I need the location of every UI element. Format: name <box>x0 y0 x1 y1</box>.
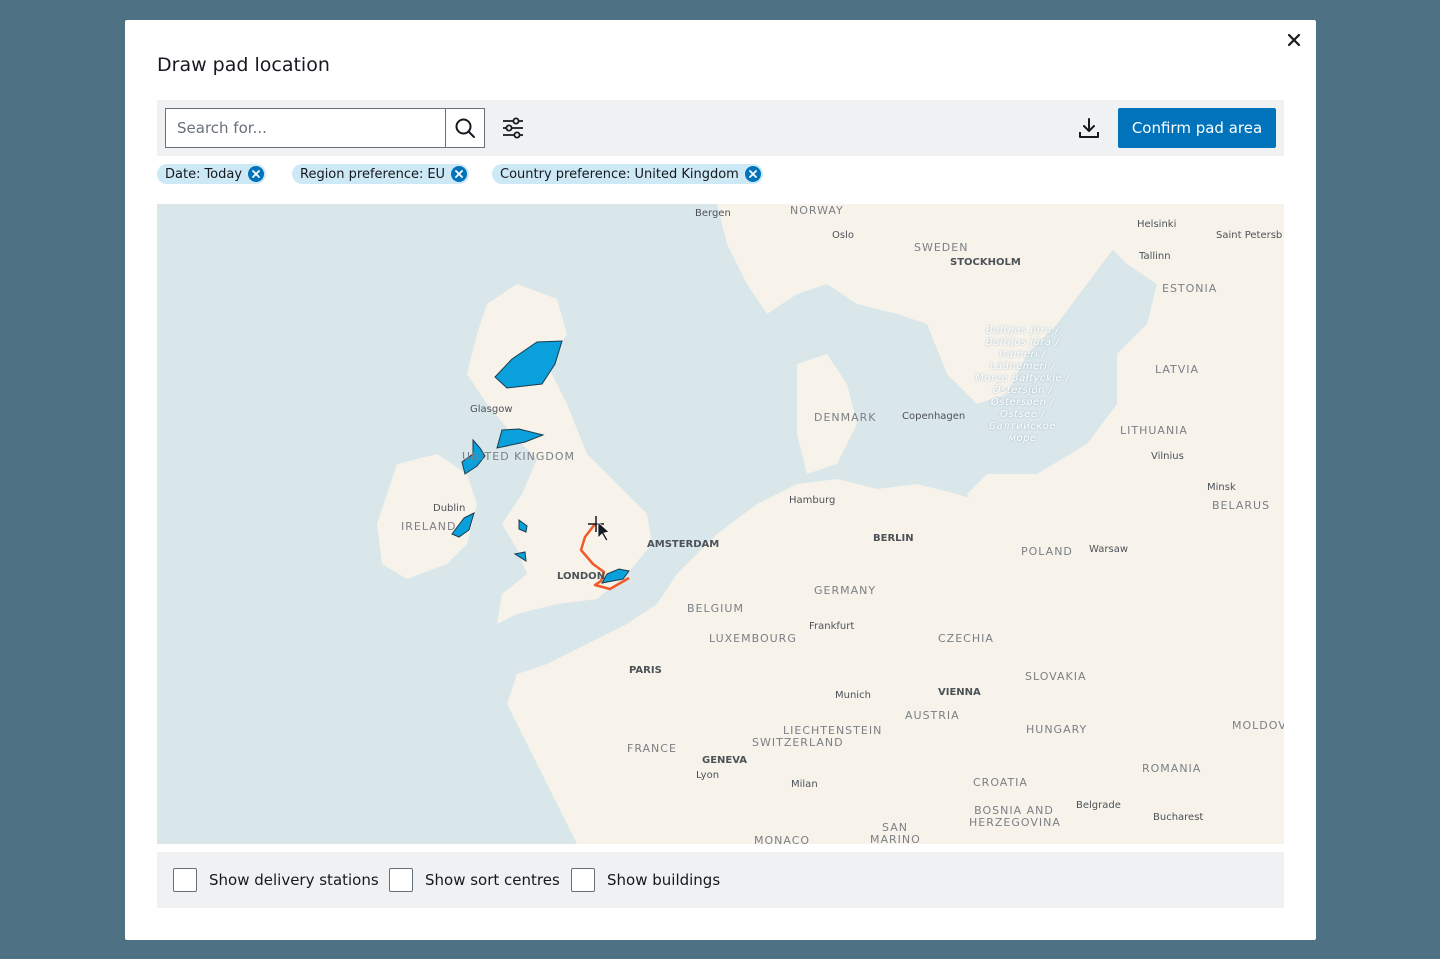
download-button[interactable] <box>1075 114 1103 142</box>
checkbox-box[interactable] <box>173 868 197 892</box>
city-label: Helsinki <box>1137 219 1177 230</box>
city-label: Tallinn <box>1139 251 1171 262</box>
city-label: Warsaw <box>1089 544 1129 555</box>
map-layers-bar: Show delivery stations Show sort centres… <box>157 852 1284 908</box>
country-label: LUXEMBOURG <box>709 632 797 645</box>
close-icon[interactable] <box>1284 30 1304 50</box>
search-box <box>165 108 485 148</box>
country-label: FRANCE <box>627 742 677 755</box>
checkbox-label: Show buildings <box>607 871 721 889</box>
download-icon <box>1079 118 1099 138</box>
sliders-icon <box>503 117 523 139</box>
city-label: Frankfurt <box>809 621 855 632</box>
city-label: Hamburg <box>789 495 836 506</box>
city-label: AMSTERDAM <box>647 539 720 550</box>
chip-label: Region preference: <box>300 166 424 182</box>
remove-filter-icon[interactable] <box>248 166 265 182</box>
country-label: SWITZERLAND <box>752 736 844 749</box>
country-label: BOSNIA AND HERZEGOVINA <box>969 804 1061 829</box>
city-label: Copenhagen <box>902 411 966 422</box>
city-label: GENEVA <box>702 755 748 766</box>
city-label: Lyon <box>696 770 720 781</box>
city-label: PARIS <box>629 665 662 676</box>
country-label: LITHUANIA <box>1120 424 1188 437</box>
show-delivery-stations-checkbox[interactable]: Show delivery stations <box>173 868 379 892</box>
filter-chip-date: Date: Today <box>157 164 267 184</box>
country-label: UNITED KINGDOM <box>462 450 575 463</box>
remove-filter-icon[interactable] <box>451 166 468 182</box>
city-label: Munich <box>835 690 871 701</box>
country-label: SWEDEN <box>914 241 969 254</box>
map-basemap <box>157 204 1284 844</box>
city-label: Minsk <box>1207 482 1236 493</box>
chip-value: Today <box>204 166 243 182</box>
country-label: BELGIUM <box>687 602 744 615</box>
country-label: AUSTRIA <box>905 709 960 722</box>
country-label: LATVIA <box>1155 363 1200 376</box>
modal-title: Draw pad location <box>157 54 330 76</box>
city-label: Vilnius <box>1151 451 1184 462</box>
country-label: ESTONIA <box>1162 282 1218 295</box>
filter-chip-region: Region preference: EU <box>292 164 470 184</box>
city-label: Milan <box>791 779 818 790</box>
country-label: BELARUS <box>1212 499 1271 512</box>
country-label: CZECHIA <box>938 632 994 645</box>
country-label: HUNGARY <box>1026 723 1088 736</box>
country-label: POLAND <box>1021 545 1073 558</box>
confirm-pad-area-button[interactable]: Confirm pad area <box>1118 108 1276 148</box>
search-button[interactable] <box>445 109 484 147</box>
city-label: VIENNA <box>938 687 981 698</box>
country-label: ROMANIA <box>1142 762 1202 775</box>
country-label: DENMARK <box>814 411 877 424</box>
country-label: MOLDOV <box>1232 719 1284 732</box>
country-label: NORWAY <box>790 204 844 217</box>
map-toolbar: Confirm pad area <box>157 100 1284 156</box>
city-label: Bucharest <box>1153 812 1204 823</box>
remove-filter-icon[interactable] <box>744 166 761 182</box>
search-icon <box>455 118 475 138</box>
chip-value: United Kingdom <box>634 166 739 182</box>
draw-pad-modal: Draw pad location Confirm pad area <box>125 20 1316 940</box>
city-label: Saint Petersb <box>1216 230 1283 241</box>
country-label: MONACO <box>754 834 811 844</box>
checkbox-box[interactable] <box>389 868 413 892</box>
city-label: BERLIN <box>873 533 914 544</box>
city-label: STOCKHOLM <box>950 257 1021 268</box>
checkbox-box[interactable] <box>571 868 595 892</box>
city-label: Oslo <box>832 230 854 241</box>
chip-label: Date: <box>165 166 201 182</box>
sea-label: Baltijas jūra / Baltijos jūra / Itameri … <box>975 325 1070 444</box>
city-label: Belgrade <box>1076 800 1121 811</box>
show-sort-centres-checkbox[interactable]: Show sort centres <box>389 868 560 892</box>
country-label: IRELAND <box>401 520 457 533</box>
city-label: LONDON <box>557 571 606 582</box>
filter-chip-country: Country preference: United Kingdom <box>492 164 763 184</box>
show-buildings-checkbox[interactable]: Show buildings <box>571 868 720 892</box>
city-label: Dublin <box>433 503 466 514</box>
city-label: Bergen <box>695 208 731 219</box>
country-label: GERMANY <box>814 584 877 597</box>
city-label: Glasgow <box>470 404 513 415</box>
filter-settings-button[interactable] <box>499 114 527 142</box>
chip-label: Country preference: <box>500 166 631 182</box>
chip-value: EU <box>427 166 446 182</box>
country-label: CROATIA <box>973 776 1028 789</box>
checkbox-label: Show delivery stations <box>209 871 379 889</box>
search-input[interactable] <box>166 109 445 147</box>
map-canvas[interactable]: NORWAY SWEDEN ESTONIA LATVIA DENMARK LIT… <box>157 204 1284 844</box>
checkbox-label: Show sort centres <box>425 871 560 889</box>
country-label: SAN MARINO <box>870 821 921 845</box>
country-label: SLOVAKIA <box>1025 670 1087 683</box>
